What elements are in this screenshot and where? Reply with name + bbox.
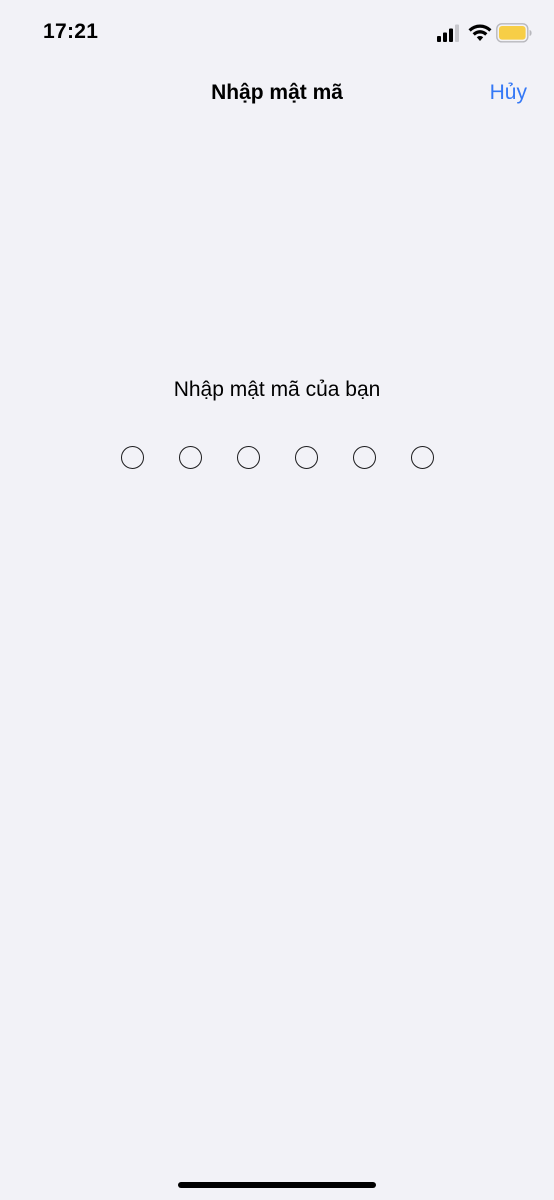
passcode-dot (295, 446, 318, 469)
page-title: Nhập mật mã (211, 81, 343, 104)
passcode-dots (0, 446, 554, 472)
passcode-dot (121, 446, 144, 469)
passcode-dot (179, 446, 202, 469)
cellular-signal-icon (437, 24, 459, 42)
wifi-icon (468, 24, 492, 41)
status-bar: 17:21 (0, 0, 554, 66)
passcode-dot (237, 446, 260, 469)
home-indicator[interactable] (178, 1182, 376, 1188)
cancel-button[interactable]: Hủy (490, 81, 527, 105)
battery-icon (496, 23, 532, 43)
passcode-prompt: Nhập mật mã của bạn (173, 378, 381, 401)
status-time: 17:21 (43, 20, 99, 43)
passcode-dot (411, 446, 434, 469)
navigation-bar: Nhập mật mã Hủy (0, 66, 554, 122)
passcode-dot (353, 446, 376, 469)
